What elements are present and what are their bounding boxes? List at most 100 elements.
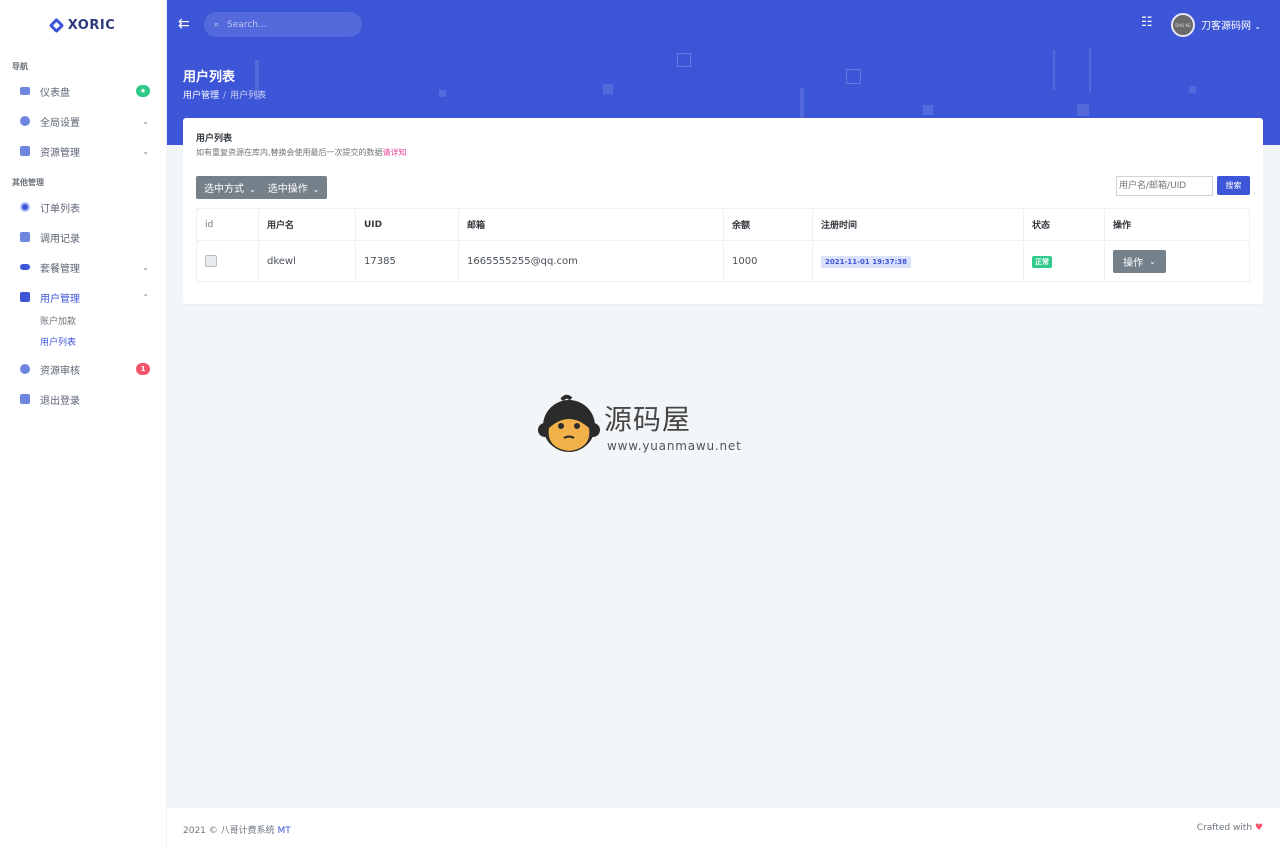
search-placeholder: Search... <box>227 19 267 30</box>
chevron-down-icon: ⌄ <box>142 262 149 272</box>
cell-username: dkewl <box>258 240 356 282</box>
sidebar: XORIC 导航 仪表盘 ★ 全局设置 ⌄ 资源管理 ⌄ 其他管理 订单列表 调… <box>0 0 167 848</box>
menu-toggle-icon[interactable]: ⇇ <box>178 16 190 32</box>
chevron-down-icon: ⌄ <box>1254 22 1261 31</box>
monitor-icon <box>20 87 30 95</box>
select-action-label: 选中操作 <box>267 184 308 195</box>
row-action-button[interactable]: 操作 ⌄ <box>1113 249 1166 273</box>
sidebar-item-review[interactable]: 资源审核 1 <box>0 354 166 384</box>
monkey-logo-icon <box>538 394 600 452</box>
bulk-action-group: 选中方式 ⌄ 选中操作 ⌄ <box>196 176 328 199</box>
table-header-row: id 用户名 UID 邮箱 余额 注册时间 状态 操作 <box>196 208 1250 241</box>
search-button[interactable]: 搜索 <box>1217 176 1250 195</box>
sidebar-item-global-settings[interactable]: 全局设置 ⌄ <box>0 106 166 136</box>
sidebar-item-label: 资源管理 <box>40 147 80 159</box>
count-badge: 1 <box>136 363 150 375</box>
user-table: id 用户名 UID 邮箱 余额 注册时间 状态 操作 dkewl 17385 … <box>196 208 1250 282</box>
logout-icon <box>20 394 30 404</box>
user-search-input[interactable] <box>1116 176 1213 196</box>
grid-icon <box>20 146 30 156</box>
cell-email: 1665555255@qq.com <box>458 240 724 282</box>
cell-balance: 1000 <box>723 240 813 282</box>
decoration <box>677 53 691 67</box>
col-header-email: 邮箱 <box>458 208 724 241</box>
sidebar-item-orders[interactable]: 订单列表 <box>0 192 166 222</box>
toggle-icon <box>20 264 30 270</box>
card-title: 用户列表 <box>196 134 233 144</box>
cell-uid: 17385 <box>355 240 459 282</box>
search-input[interactable]: ⌕ Search... <box>204 12 362 37</box>
footer-copyright-text: 2021 © 八哥计费系统 <box>183 826 275 836</box>
breadcrumb-current: 用户列表 <box>230 91 267 101</box>
col-header-reg-time: 注册时间 <box>812 208 1024 241</box>
sidebar-item-call-logs[interactable]: 调用记录 <box>0 222 166 252</box>
logo-icon <box>48 17 65 33</box>
footer-copyright-suffix: MT <box>277 826 291 836</box>
sidebar-item-label: 全局设置 <box>40 117 80 129</box>
sidebar-item-resources[interactable]: 资源管理 ⌄ <box>0 136 166 166</box>
sidebar-item-label: 资源审核 <box>40 365 80 377</box>
row-checkbox-cell <box>196 240 259 282</box>
decoration <box>923 105 933 115</box>
decoration <box>846 69 861 84</box>
chevron-down-icon: ⌄ <box>142 146 149 156</box>
footer-copyright: 2021 © 八哥计费系统 MT <box>183 823 291 836</box>
brand-name: XORIC <box>67 17 116 33</box>
topbar: ⇇ ⌕ Search... ☷ DAO KE 刀客源码网 ⌄ <box>167 0 1280 50</box>
user-list-card: 用户列表 如有重复资源在库内,替换会使用最后一次提交的数据请详知 选中方式 ⌄ 选… <box>183 118 1263 304</box>
card-description: 如有重复资源在库内,替换会使用最后一次提交的数据请详知 <box>196 147 407 158</box>
user-menu[interactable]: 刀客源码网 ⌄ <box>1201 17 1261 32</box>
card-desc-link[interactable]: 请详知 <box>383 148 407 157</box>
heart-icon: ♥ <box>1254 823 1263 833</box>
col-header-balance: 余额 <box>723 208 813 241</box>
select-action-button[interactable]: 选中操作 ⌄ <box>268 180 320 195</box>
decoration <box>1089 48 1091 93</box>
watermark-name: 源码屋 <box>604 403 692 436</box>
chevron-down-icon: ⌄ <box>142 116 149 126</box>
row-checkbox[interactable] <box>205 255 217 267</box>
cell-status: 正常 <box>1023 240 1105 282</box>
decoration <box>439 90 446 97</box>
status-badge: 正常 <box>1032 255 1052 268</box>
sidebar-item-logout[interactable]: 退出登录 <box>0 384 166 414</box>
row-action-label: 操作 <box>1123 257 1144 269</box>
col-header-uid: UID <box>355 208 459 241</box>
decoration <box>1053 50 1055 90</box>
col-header-username: 用户名 <box>258 208 356 241</box>
avatar[interactable]: DAO KE <box>1171 13 1195 37</box>
decoration <box>1077 104 1089 116</box>
chevron-down-icon: ⌄ <box>312 185 320 194</box>
chevron-down-icon: ⌄ <box>249 185 256 194</box>
footer-credit-text: Crafted with <box>1196 823 1253 833</box>
footer-credit: Crafted with ♥ <box>1197 823 1263 833</box>
card-desc-text: 如有重复资源在库内,替换会使用最后一次提交的数据 <box>196 148 383 157</box>
sidebar-item-label: 仪表盘 <box>40 87 70 99</box>
sidebar-item-packages[interactable]: 套餐管理 ⌄ <box>0 252 166 282</box>
sidebar-item-users[interactable]: 用户管理 ⌃ <box>0 282 166 312</box>
chevron-up-icon: ⌃ <box>142 292 149 302</box>
sidebar-subitem-add-funds[interactable]: 账户加款 <box>0 312 166 333</box>
sidebar-item-dashboard[interactable]: 仪表盘 ★ <box>0 76 166 106</box>
sidebar-subitem-user-list[interactable]: 用户列表 <box>0 333 166 354</box>
settings-sliders-icon[interactable]: ☷ <box>1141 15 1153 30</box>
col-header-status: 状态 <box>1023 208 1105 241</box>
brand-logo[interactable]: XORIC <box>0 0 166 50</box>
page-title: 用户列表 <box>183 70 236 85</box>
table-row: dkewl 17385 1665555255@qq.com 1000 2021-… <box>196 240 1250 282</box>
sidebar-item-label: 用户管理 <box>40 293 80 305</box>
col-header-id: id <box>196 208 259 241</box>
select-mode-button[interactable]: 选中方式 ⌄ <box>204 180 256 195</box>
breadcrumb-parent[interactable]: 用户管理 <box>183 91 219 101</box>
plus-circle-icon <box>20 364 30 374</box>
search-icon: ⌕ <box>214 19 220 30</box>
cell-action: 操作 ⌄ <box>1104 240 1250 282</box>
watermark-url: www.yuanmawu.net <box>607 439 742 453</box>
sidebar-item-label: 订单列表 <box>40 203 80 215</box>
decoration <box>603 84 613 94</box>
section-title-other: 其他管理 <box>12 178 44 187</box>
status-badge: ★ <box>136 85 150 97</box>
page-footer: 2021 © 八哥计费系统 MT Crafted with ♥ <box>167 808 1280 848</box>
select-mode-label: 选中方式 <box>204 184 244 195</box>
breadcrumb-separator: / <box>223 91 227 101</box>
breadcrumb: 用户管理 / 用户列表 <box>183 88 266 101</box>
